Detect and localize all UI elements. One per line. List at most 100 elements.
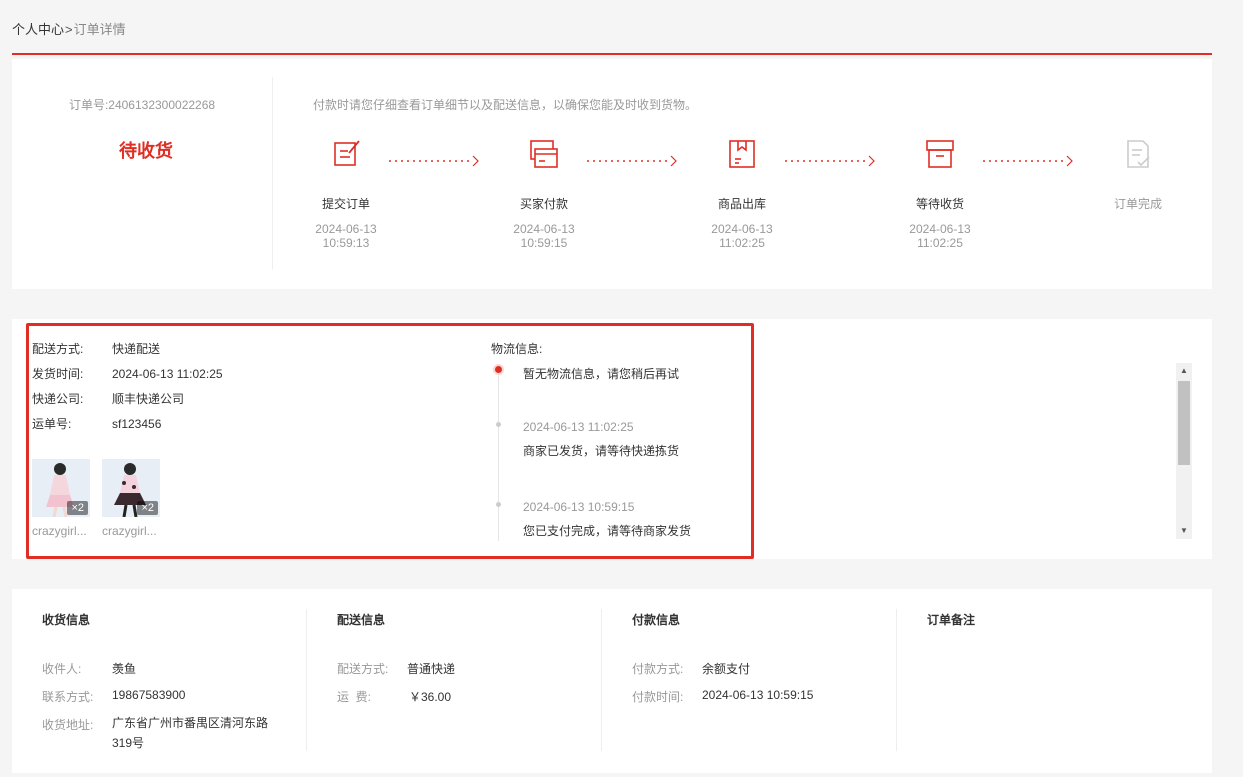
product-thumbnail[interactable]: ×2	[102, 459, 160, 517]
step-arrow	[587, 155, 677, 167]
step-goods-outbound: 商品出库 2024-06-13 11:02:25	[682, 137, 802, 250]
receiver-name-row: 收件人: 羡鱼	[42, 660, 136, 677]
payment-method-value: 余额支付	[702, 662, 751, 676]
receiver-address-line1: 广东省广州市番禺区清河东路	[112, 716, 269, 730]
step-name: 提交订单	[321, 197, 370, 211]
payment-method-label: 付款方式:	[632, 662, 684, 676]
delivery-info-section: 配送信息 配送方式: 普通快递 运 费: ￥36.00	[337, 589, 597, 773]
logistics-event-text: 您已支付完成，请等待商家发货	[523, 524, 692, 538]
delivery-fee-label: 运 费:	[337, 690, 372, 704]
step-arrow	[785, 155, 875, 167]
order-number-value: 2406132300022268	[108, 98, 216, 112]
courier-company-label: 快递公司:	[32, 392, 84, 406]
timeline-dot-active	[495, 366, 502, 373]
ship-time-value: 2024-06-13 11:02:25	[112, 367, 223, 381]
breadcrumb-current: 订单详情	[73, 22, 126, 37]
timeline-line	[498, 371, 499, 541]
logistics-title: 物流信息:	[491, 342, 543, 356]
breadcrumb: 个人中心>订单详情	[12, 19, 126, 38]
step-submit-order: 提交订单 2024-06-13 10:59:13	[286, 137, 406, 250]
logistics-event-text: 商家已发货，请等待快递拣货	[523, 444, 680, 458]
logistics-scrollbar[interactable]: ▲ ▼	[1176, 363, 1192, 539]
step-awaiting-receipt: 等待收货 2024-06-13 11:02:25	[880, 137, 1000, 250]
step-time: 11:02:25	[917, 236, 963, 250]
delivery-fee-value: ￥36.00	[409, 690, 452, 704]
scrollbar-thumb[interactable]	[1178, 381, 1190, 465]
order-info-card: 收货信息 收件人: 羡鱼 联系方式: 19867583900 收货地址: 广东省广州市…	[12, 589, 1212, 773]
scroll-down-icon[interactable]: ▼	[1176, 525, 1192, 537]
column-divider	[601, 609, 602, 751]
logistics-card: 配送方式: 快递配送 发货时间: 2024-06-13 11:02:25 快递公司:…	[12, 319, 1212, 559]
payment-info-section: 付款信息 付款方式: 余额支付 付款时间: 2024-06-13 10:59:15	[632, 589, 892, 773]
receiver-phone-value: 19867583900	[112, 688, 186, 702]
payment-time-row: 付款时间: 2024-06-13 10:59:15	[632, 688, 813, 705]
order-tip: 付款时请您仔细查看订单细节以及配送信息，以确保您能及时收到货物。	[313, 98, 698, 112]
step-name: 等待收货	[915, 197, 964, 211]
receiver-info-title: 收货信息	[42, 613, 91, 627]
logistics-event-text: 暂无物流信息，请您稍后再试	[523, 367, 680, 381]
step-date: 2024-06-13	[315, 222, 377, 236]
step-name: 订单完成	[1113, 197, 1162, 211]
order-remark-title: 订单备注	[927, 613, 976, 627]
vertical-divider	[272, 77, 273, 269]
column-divider	[896, 609, 897, 751]
receiver-address-value: 广东省广州市番禺区清河东路 319号	[112, 713, 268, 753]
step-name: 买家付款	[519, 197, 568, 211]
tracking-number-value: sf123456	[112, 417, 162, 431]
receiver-address-label: 收货地址:	[42, 718, 94, 732]
payment-time-label: 付款时间:	[632, 690, 684, 704]
receiver-phone-label: 联系方式:	[42, 690, 94, 704]
timeline-dot	[496, 422, 501, 427]
receiver-phone-row: 联系方式: 19867583900	[42, 688, 185, 705]
product-name[interactable]: crazygirl...	[32, 524, 96, 538]
logistics-event-time: 2024-06-13 10:59:15	[523, 500, 635, 514]
step-date: 2024-06-13	[513, 222, 575, 236]
scroll-up-icon[interactable]: ▲	[1176, 365, 1192, 377]
breadcrumb-separator: >	[65, 22, 73, 37]
payment-time-value: 2024-06-13 10:59:15	[702, 688, 814, 702]
step-date: 2024-06-13	[711, 222, 773, 236]
quantity-badge: ×2	[137, 501, 158, 515]
shipping-method-row: 配送方式: 快递配送	[32, 340, 160, 357]
payment-info-title: 付款信息	[632, 613, 681, 627]
product-name[interactable]: crazygirl...	[102, 524, 166, 538]
column-divider	[306, 609, 307, 751]
receiver-address-line2: 319号	[112, 736, 145, 750]
receiver-info-section: 收货信息 收件人: 羡鱼 联系方式: 19867583900 收货地址: 广东省广州市…	[42, 589, 312, 773]
step-arrow	[983, 155, 1073, 167]
receiver-name-value: 羡鱼	[112, 662, 137, 676]
tracking-number-label: 运单号:	[32, 417, 72, 431]
package-box-icon	[729, 140, 755, 168]
receiver-address-row: 收货地址: 广东省广州市番禺区清河东路 319号	[42, 716, 268, 753]
courier-company-value: 顺丰快递公司	[112, 392, 185, 406]
checklist-icon	[1127, 140, 1150, 168]
delivery-method-row: 配送方式: 普通快递	[337, 660, 455, 677]
shipping-method-label: 配送方式:	[32, 342, 84, 356]
delivery-fee-row: 运 费: ￥36.00	[337, 688, 451, 705]
payment-method-row: 付款方式: 余额支付	[632, 660, 750, 677]
step-name: 商品出库	[717, 197, 766, 211]
quantity-badge: ×2	[67, 501, 88, 515]
breadcrumb-home-link[interactable]: 个人中心	[12, 22, 64, 37]
order-status-card: 订单号:2406132300022268 待收货 付款时请您仔细查看订单细节以及…	[12, 59, 1212, 289]
order-number-label: 订单号:	[68, 98, 109, 112]
step-date: 2024-06-13	[909, 222, 971, 236]
order-number: 订单号:2406132300022268	[12, 96, 272, 113]
step-arrow	[389, 155, 479, 167]
delivery-info-title: 配送信息	[337, 613, 386, 627]
edit-document-icon	[334, 140, 360, 166]
order-status: 待收货	[119, 141, 173, 161]
product-thumbnail[interactable]: ×2	[32, 459, 90, 517]
header-divider	[12, 53, 1212, 55]
shipping-method-value: 快递配送	[112, 342, 161, 356]
receiver-name-label: 收件人:	[42, 662, 82, 676]
timeline-dot	[496, 502, 501, 507]
courier-company-row: 快递公司: 顺丰快递公司	[32, 390, 184, 407]
delivery-method-label: 配送方式:	[337, 662, 389, 676]
delivery-method-value: 普通快递	[407, 662, 456, 676]
order-remark-section: 订单备注	[927, 589, 1187, 773]
step-time: 10:59:13	[322, 236, 370, 250]
step-order-complete: 订单完成	[1078, 137, 1198, 212]
logistics-event-time: 2024-06-13 11:02:25	[523, 420, 634, 434]
archive-box-icon	[926, 140, 954, 168]
